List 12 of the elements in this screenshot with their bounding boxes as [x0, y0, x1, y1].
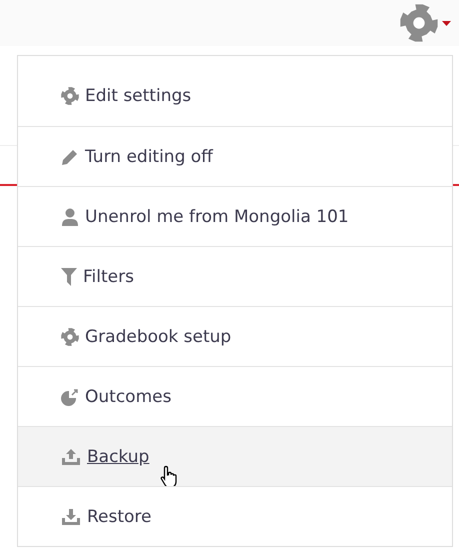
gear-icon	[61, 87, 79, 105]
filter-icon	[61, 268, 77, 286]
settings-icon	[400, 4, 438, 42]
download-icon	[61, 508, 81, 526]
pie-chart-icon	[61, 388, 79, 406]
user-icon	[61, 208, 79, 226]
pencil-icon	[61, 148, 79, 166]
gear-icon	[61, 328, 79, 346]
upload-icon	[61, 448, 81, 466]
caret-icon	[442, 20, 451, 26]
menu-item[interactable]: Backup	[18, 426, 452, 486]
settings-menu-button[interactable]	[400, 4, 451, 42]
